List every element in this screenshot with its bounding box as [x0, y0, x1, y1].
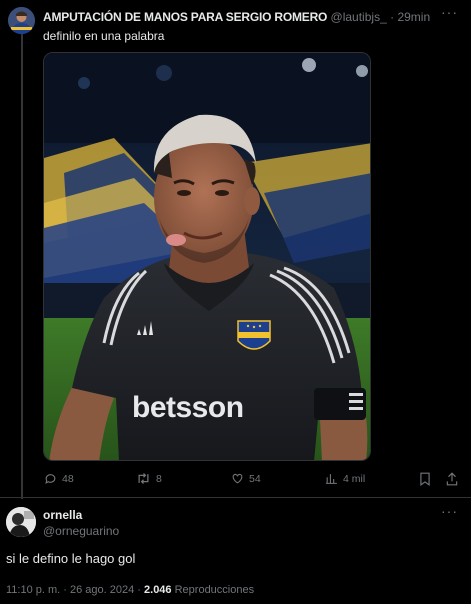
divider [0, 497, 471, 498]
reply-author-avatar[interactable] [6, 507, 36, 537]
reply-count: 48 [62, 472, 74, 485]
tweet-action-bar: 48 8 54 4 mil [0, 472, 471, 490]
retweet-icon [138, 473, 149, 484]
tweet-media-image[interactable]: betsson [43, 52, 371, 461]
reply-button[interactable]: 48 [44, 472, 74, 485]
header-separator: · [390, 10, 395, 24]
more-icon[interactable]: ··· [441, 4, 458, 20]
tweet-text: definilo en una palabra [43, 29, 165, 43]
share-icon [446, 472, 458, 486]
like-button[interactable]: 54 [231, 472, 261, 485]
bookmark-icon [420, 472, 430, 486]
reply-author-name[interactable]: ornella [43, 508, 82, 522]
reply-views-label: Reproducciones [174, 584, 255, 596]
tweet-header: AMPUTACIÓN DE MANOS PARA SERGIO ROMERO @… [43, 9, 430, 25]
bookmark-button[interactable] [419, 472, 431, 486]
author-avatar[interactable] [8, 7, 35, 34]
like-count: 54 [249, 472, 261, 485]
share-button[interactable] [446, 472, 458, 486]
views-button[interactable]: 4 mil [325, 472, 365, 485]
bar-chart-icon [326, 474, 337, 484]
views-count: 4 mil [343, 472, 366, 485]
retweet-count: 8 [156, 472, 162, 485]
author-name[interactable]: AMPUTACIÓN DE MANOS PARA SERGIO ROMERO [43, 10, 327, 24]
author-handle[interactable]: @lautibjs_ [331, 10, 387, 24]
more-icon[interactable]: ··· [441, 503, 458, 519]
reply-timestamp[interactable]: 11:10 p. m. · 26 ago. 2024 · [6, 584, 141, 596]
jersey-sponsor-text: betsson [132, 391, 244, 424]
reply-text: si le defino le hago gol [6, 551, 136, 566]
thread-connector-line [21, 34, 23, 499]
tweet-time[interactable]: 29min [397, 10, 430, 24]
reply-views-count: 2.046 [144, 584, 172, 596]
reply-author-handle[interactable]: @orneguarino [43, 524, 119, 538]
retweet-button[interactable]: 8 [136, 472, 162, 485]
reply-meta: 11:10 p. m. · 26 ago. 2024 · 2.046 Repro… [6, 584, 254, 596]
speech-bubble-icon [45, 474, 56, 484]
heart-icon [232, 473, 243, 484]
